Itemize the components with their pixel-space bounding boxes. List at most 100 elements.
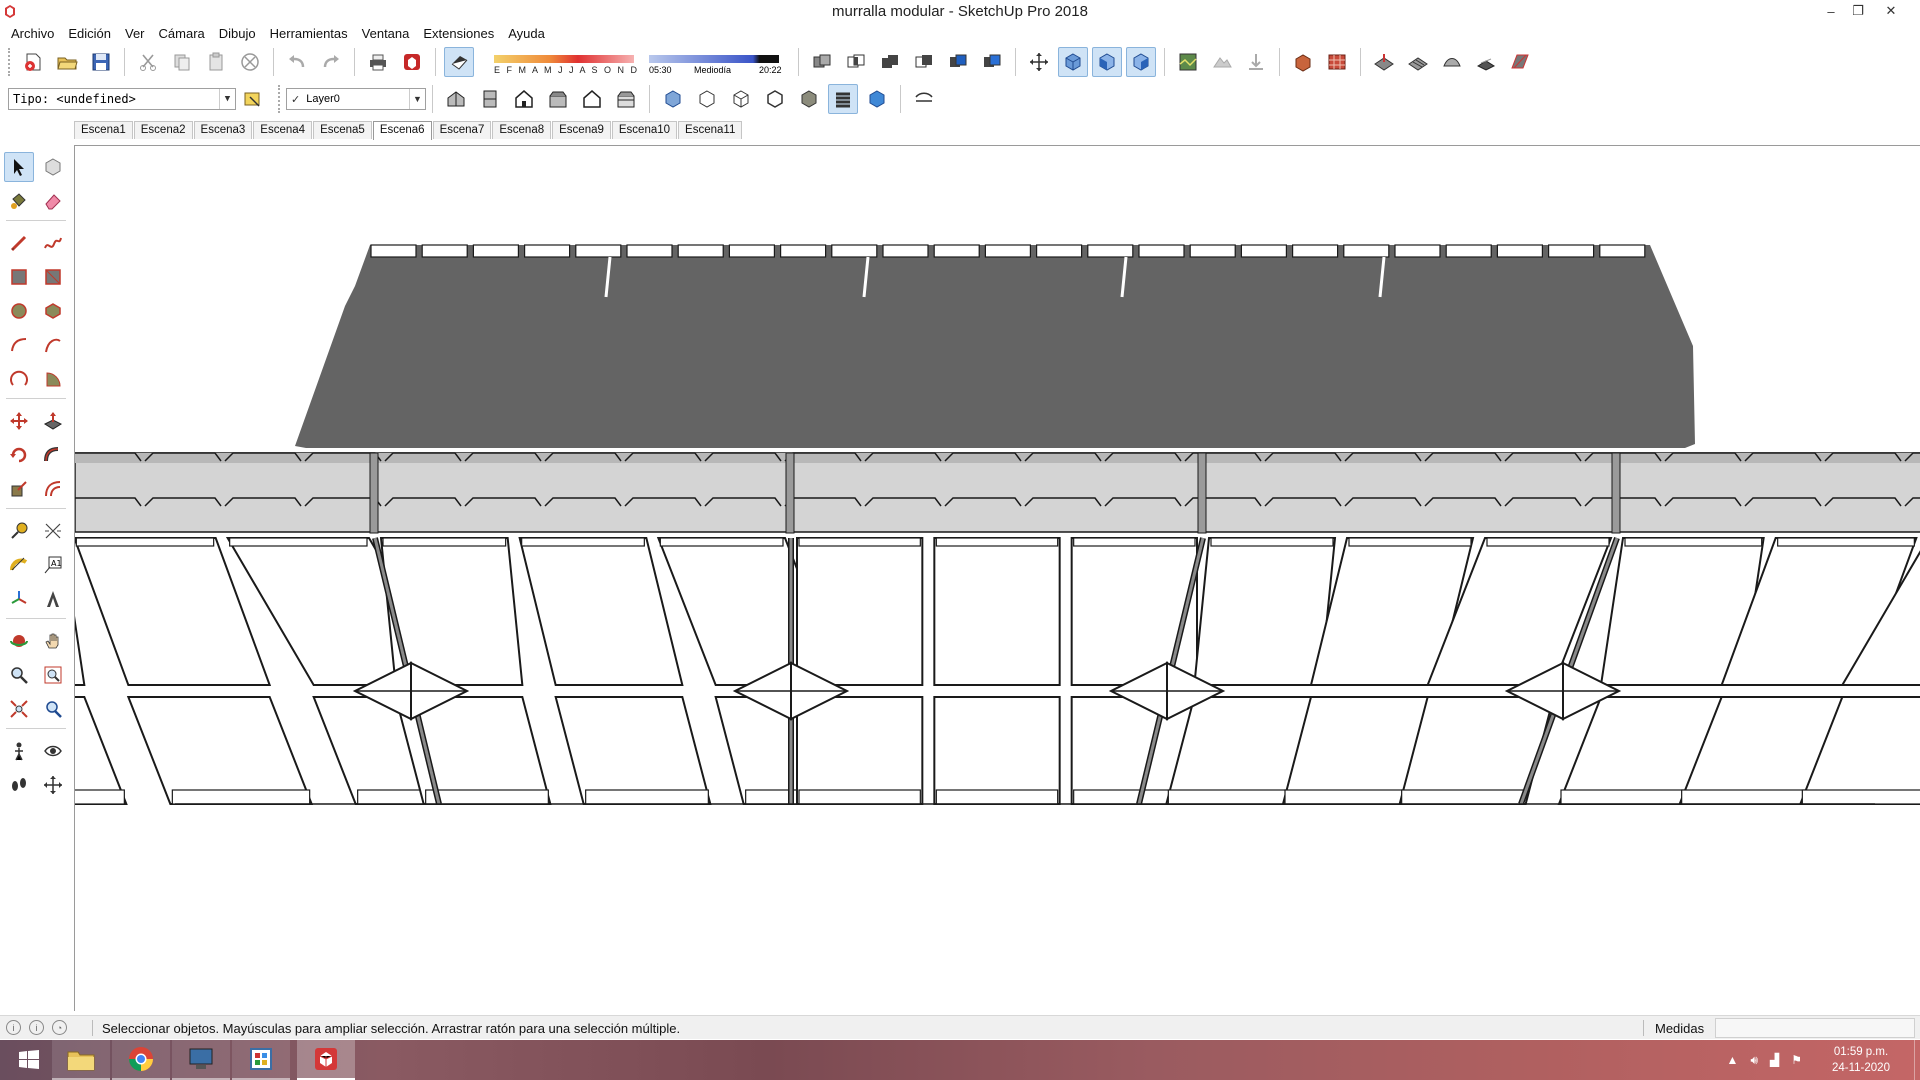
smoove-icon[interactable] <box>1437 47 1467 77</box>
chevron-down-icon[interactable]: ▼ <box>219 89 235 109</box>
tape-measure-icon[interactable] <box>4 516 34 546</box>
volume-icon[interactable]: 🔊︎ <box>1750 1053 1758 1068</box>
wireframe-style-icon[interactable] <box>726 84 756 114</box>
show-hidden-icons-icon[interactable]: ▲ <box>1727 1053 1739 1067</box>
tab-escena7[interactable]: Escena7 <box>432 121 492 139</box>
orbit-tool-icon[interactable] <box>4 626 34 656</box>
display-shadows-icon[interactable] <box>444 47 474 77</box>
toolbar-grip[interactable] <box>8 48 12 76</box>
settings-app-icon[interactable] <box>232 1040 290 1080</box>
network-icon[interactable]: ▟ <box>1770 1053 1779 1067</box>
monochrome-style-icon[interactable] <box>862 84 892 114</box>
axes-icon[interactable] <box>4 584 34 614</box>
section-plane-icon[interactable] <box>909 84 939 114</box>
chevron-down-icon[interactable]: ▼ <box>409 89 425 109</box>
3d-warehouse-icon[interactable] <box>1288 47 1318 77</box>
file-explorer-icon[interactable] <box>52 1040 110 1080</box>
taskbar-clock[interactable]: 01:59 p.m. 24-11-2020 <box>1816 1044 1906 1076</box>
eraser-icon[interactable] <box>38 186 68 216</box>
cut-icon[interactable] <box>133 47 163 77</box>
rotated-rectangle-icon[interactable] <box>38 262 68 292</box>
tab-escena10[interactable]: Escena10 <box>611 121 678 139</box>
union-icon[interactable] <box>875 47 905 77</box>
section-plane-tool-icon[interactable] <box>38 770 68 800</box>
front-house-icon[interactable] <box>509 84 539 114</box>
pan-hand-icon[interactable] <box>38 626 68 656</box>
top-view-icon[interactable] <box>475 84 505 114</box>
back-edges-style-icon[interactable] <box>692 84 722 114</box>
menu-herramientas[interactable]: Herramientas <box>263 25 355 43</box>
tab-escena6[interactable]: Escena6 <box>372 121 432 140</box>
right-house-icon[interactable] <box>543 84 573 114</box>
sketchup-taskbar-icon[interactable] <box>297 1040 355 1080</box>
move-icon[interactable] <box>4 406 34 436</box>
credits-status-icon[interactable]: i <box>29 1020 44 1035</box>
trim-icon[interactable] <box>943 47 973 77</box>
model-info-icon[interactable] <box>397 47 427 77</box>
two-point-arc-icon[interactable] <box>38 330 68 360</box>
rotate-icon[interactable] <box>4 440 34 470</box>
sandbox-scratch-icon[interactable] <box>1403 47 1433 77</box>
tab-escena11[interactable]: Escena11 <box>678 121 743 139</box>
pie-icon[interactable] <box>38 364 68 394</box>
erase-selection-icon[interactable] <box>235 47 265 77</box>
tab-escena3[interactable]: Escena3 <box>193 121 253 139</box>
position-camera-icon[interactable] <box>4 736 34 766</box>
tab-escena8[interactable]: Escena8 <box>492 121 552 139</box>
zoom-window-icon[interactable] <box>38 660 68 690</box>
print-icon[interactable] <box>363 47 393 77</box>
left-house-icon[interactable] <box>611 84 641 114</box>
terrain-toggle-icon[interactable] <box>1207 47 1237 77</box>
shaded-style-icon[interactable] <box>794 84 824 114</box>
walk-footprints-icon[interactable] <box>4 770 34 800</box>
rectangle-icon[interactable] <box>4 262 34 292</box>
type-selector[interactable]: Tipo: <undefined> ▼ <box>8 88 236 110</box>
menu-archivo[interactable]: Archivo <box>4 25 61 43</box>
menu-ver[interactable]: Ver <box>118 25 152 43</box>
subtract-icon[interactable] <box>909 47 939 77</box>
minimize-button[interactable]: – <box>1816 0 1846 22</box>
photo-texture-icon[interactable] <box>1241 47 1271 77</box>
classifier-icon[interactable] <box>238 84 268 114</box>
menu-ayuda[interactable]: Ayuda <box>501 25 552 43</box>
front-view-icon[interactable] <box>1092 47 1122 77</box>
protractor-icon[interactable] <box>4 550 34 580</box>
menu-ventana[interactable]: Ventana <box>355 25 417 43</box>
menu-edicion[interactable]: Edición <box>61 25 118 43</box>
hidden-line-style-icon[interactable] <box>760 84 790 114</box>
show-desktop-button[interactable] <box>1914 1040 1920 1080</box>
iso-house-icon[interactable] <box>441 84 471 114</box>
menu-dibujo[interactable]: Dibujo <box>212 25 263 43</box>
layer-selector[interactable]: ✓ Layer0 ▼ <box>286 88 426 110</box>
shaded-textures-style-icon[interactable] <box>828 84 858 114</box>
3d-text-icon[interactable] <box>38 584 68 614</box>
circle-icon[interactable] <box>4 296 34 326</box>
geo-location-status-icon[interactable]: i <box>6 1020 21 1035</box>
paint-bucket-icon[interactable] <box>4 186 34 216</box>
geo-location-icon[interactable] <box>1173 47 1203 77</box>
user-status-icon[interactable]: ◔ <box>52 1020 67 1035</box>
scale-icon[interactable] <box>4 474 34 504</box>
zoom-extents-icon[interactable] <box>4 694 34 724</box>
drape-icon[interactable] <box>1505 47 1535 77</box>
polygon-icon[interactable] <box>38 296 68 326</box>
freehand-icon[interactable] <box>38 228 68 258</box>
outer-shell-icon[interactable] <box>807 47 837 77</box>
sandbox-from-contours-icon[interactable] <box>1369 47 1399 77</box>
share-model-icon[interactable] <box>1322 47 1352 77</box>
line-pencil-icon[interactable] <box>4 228 34 258</box>
push-pull-icon[interactable] <box>38 406 68 436</box>
paste-icon[interactable] <box>201 47 231 77</box>
open-folder-icon[interactable] <box>52 47 82 77</box>
iso-view-icon[interactable] <box>1058 47 1088 77</box>
previous-view-icon[interactable] <box>38 694 68 724</box>
select-arrow-icon[interactable] <box>4 152 34 182</box>
tab-escena5[interactable]: Escena5 <box>313 121 372 139</box>
three-point-arc-icon[interactable] <box>4 364 34 394</box>
tab-escena1[interactable]: Escena1 <box>74 121 133 139</box>
restore-button[interactable]: ❐ <box>1843 0 1873 22</box>
make-component-icon[interactable] <box>38 152 68 182</box>
right-view-icon[interactable] <box>1126 47 1156 77</box>
dimension-icon[interactable] <box>38 516 68 546</box>
menu-extensiones[interactable]: Extensiones <box>416 25 501 43</box>
